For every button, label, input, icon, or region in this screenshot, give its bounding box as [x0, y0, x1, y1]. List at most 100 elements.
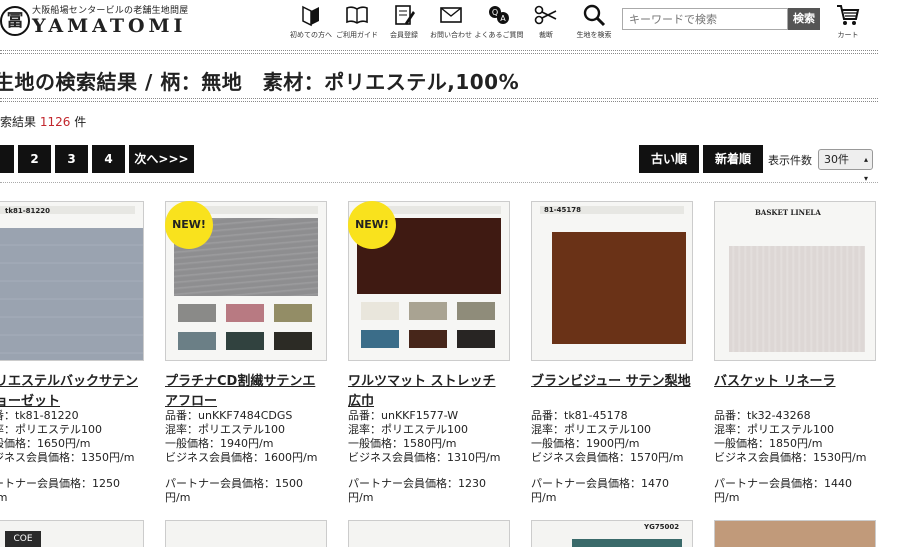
- result-count-number: 1126: [39, 115, 71, 129]
- product-code: 品番：tk32-43268: [714, 409, 876, 423]
- product-code: 品番：unKKF7484CDGS: [165, 409, 327, 423]
- sort-newest-button[interactable]: 新着順: [703, 145, 763, 173]
- page-1-button[interactable]: 1: [0, 145, 14, 173]
- partner-price: パートナー会員価格：1250円/m: [0, 477, 120, 504]
- color-chip: [457, 330, 495, 348]
- page-4-button[interactable]: 4: [92, 145, 125, 173]
- partner-price: パートナー会員価格：1440円/m: [714, 477, 852, 504]
- product-code-value: unKKF7484CDGS: [198, 409, 293, 422]
- logo-mark: 冨: [0, 6, 30, 36]
- product-code-value: tk81-81220: [15, 409, 79, 422]
- product-code: 品番：tk81-81220: [0, 409, 144, 423]
- business-price: ビジネス会員価格：1350円/m: [0, 451, 135, 464]
- color-chip: [178, 304, 216, 322]
- product-name-text: バスケット リネーラ: [714, 374, 836, 389]
- fabric-swatch: [572, 539, 682, 547]
- sort-oldest-button[interactable]: 古い順: [639, 145, 699, 173]
- search-input[interactable]: [622, 8, 788, 30]
- partner-price: パートナー会員価格：1500円/m: [165, 477, 303, 504]
- product-code-label: 品番：: [348, 409, 381, 422]
- fabric-swatch: [552, 232, 686, 344]
- product-name-text: プラチナCD割繊サテンエアフロー: [165, 374, 316, 409]
- new-badge: NEW!: [165, 201, 213, 249]
- general-price: 一般価格：1650円/m: [0, 437, 91, 450]
- product-blend: 混率：ポリエステル100: [348, 423, 468, 436]
- product-code-label: 品番：: [714, 409, 747, 422]
- product-name[interactable]: ワルツマット ストレッチ広巾: [348, 372, 508, 412]
- search-button[interactable]: 検索: [788, 8, 820, 30]
- title-divider: [0, 98, 878, 102]
- product-name[interactable]: ブランビジュー サテン梨地: [531, 372, 691, 392]
- product-thumbnail[interactable]: YG75002: [531, 520, 693, 547]
- color-chip: [274, 332, 312, 350]
- cart-icon: [832, 2, 864, 28]
- partner-price: パートナー会員価格：1470円/m: [531, 477, 669, 504]
- color-chip: [226, 332, 264, 350]
- swatch-sheet-code: COE: [5, 531, 41, 547]
- cart-button[interactable]: カート: [832, 2, 864, 42]
- per-page-select[interactable]: 30件 ▴ ▾: [818, 149, 873, 183]
- color-chip: [226, 304, 264, 322]
- result-count: 検索結果 1126 件: [0, 113, 86, 130]
- color-chip: [361, 302, 399, 320]
- list-divider: [0, 182, 878, 183]
- product-name[interactable]: バスケット リネーラ: [714, 372, 874, 392]
- product-code: 品番：tk81-45178: [531, 409, 693, 423]
- cart-label: カート: [837, 31, 859, 39]
- color-chip: [274, 304, 312, 322]
- product-thumbnail[interactable]: BASKET LINELA: [714, 201, 876, 361]
- per-page-value: 30件: [824, 153, 849, 166]
- product-blend: 混率：ポリエステル100: [165, 423, 285, 436]
- partner-price: パートナー会員価格：1230円/m: [348, 477, 486, 504]
- product-name-text: ワルツマット ストレッチ広巾: [348, 374, 496, 409]
- product-thumbnail[interactable]: [348, 520, 510, 547]
- color-chip: [409, 330, 447, 348]
- general-price: 一般価格：1940円/m: [165, 437, 274, 450]
- product-code: 品番：unKKF1577-W: [348, 409, 510, 423]
- per-page-label: 表示件数: [768, 154, 812, 167]
- product-code-value: tk81-45178: [564, 409, 628, 422]
- product-thumbnail[interactable]: [714, 520, 876, 547]
- nav-label: 生地を検索: [576, 31, 612, 39]
- product-code-label: 品番：: [0, 409, 15, 422]
- product-code-label: 品番：: [531, 409, 564, 422]
- color-chip: [409, 302, 447, 320]
- product-thumbnail[interactable]: COE: [0, 520, 144, 547]
- product-thumbnail[interactable]: 81-45178: [531, 201, 693, 361]
- site-logo[interactable]: 冨 大阪船場センタービルの老舗生地問屋 YAMATOMI: [0, 2, 200, 42]
- general-price: 一般価格：1900円/m: [531, 437, 640, 450]
- page-title: 生地の検索結果 / 柄：無地 素材：ポリエステル,100%: [0, 70, 520, 94]
- product-thumbnail[interactable]: tk81-81220: [0, 201, 144, 361]
- business-price: ビジネス会員価格：1600円/m: [165, 451, 318, 464]
- product-code-value: tk32-43268: [747, 409, 811, 422]
- product-name[interactable]: ポリエステルバックサテンジョーゼット: [0, 372, 142, 412]
- product-blend: 混率：ポリエステル100: [714, 423, 834, 436]
- nav-fabric-search[interactable]: 生地を検索: [566, 2, 622, 42]
- next-page-button[interactable]: 次へ>>>: [129, 145, 194, 173]
- product-blend: 混率：ポリエステル100: [0, 423, 102, 436]
- product-thumbnail[interactable]: [165, 520, 327, 547]
- product-name[interactable]: プラチナCD割繊サテンエアフロー: [165, 372, 325, 412]
- svg-text:A: A: [500, 14, 506, 23]
- site-header: 冨 大阪船場センタービルの老舗生地問屋 YAMATOMI 初めての方へ ご利用ガ…: [0, 0, 900, 48]
- swatch-sheet-code: 81-45178: [544, 206, 581, 214]
- swatch-sheet-code: tk81-81220: [5, 207, 51, 215]
- color-chip: [178, 332, 216, 350]
- product-blend: 混率：ポリエステル100: [531, 423, 651, 436]
- swatch-sheet-code: YG75002: [644, 523, 680, 531]
- product-code-value: unKKF1577-W: [381, 409, 459, 422]
- page-2-button[interactable]: 2: [18, 145, 51, 173]
- fabric-swatch: [0, 228, 143, 360]
- color-chip: [361, 330, 399, 348]
- search-icon: [566, 2, 622, 28]
- product-name-text: ブランビジュー サテン梨地: [531, 374, 691, 389]
- product-code-label: 品番：: [165, 409, 198, 422]
- general-price: 一般価格：1580円/m: [348, 437, 457, 450]
- page-3-button[interactable]: 3: [55, 145, 88, 173]
- result-count-prefix: 検索結果: [0, 115, 37, 129]
- product-name-text: ポリエステルバックサテンジョーゼット: [0, 374, 139, 409]
- svg-text:Q: Q: [492, 8, 498, 17]
- general-price: 一般価格：1850円/m: [714, 437, 823, 450]
- business-price: ビジネス会員価格：1570円/m: [531, 451, 684, 464]
- business-price: ビジネス会員価格：1530円/m: [714, 451, 867, 464]
